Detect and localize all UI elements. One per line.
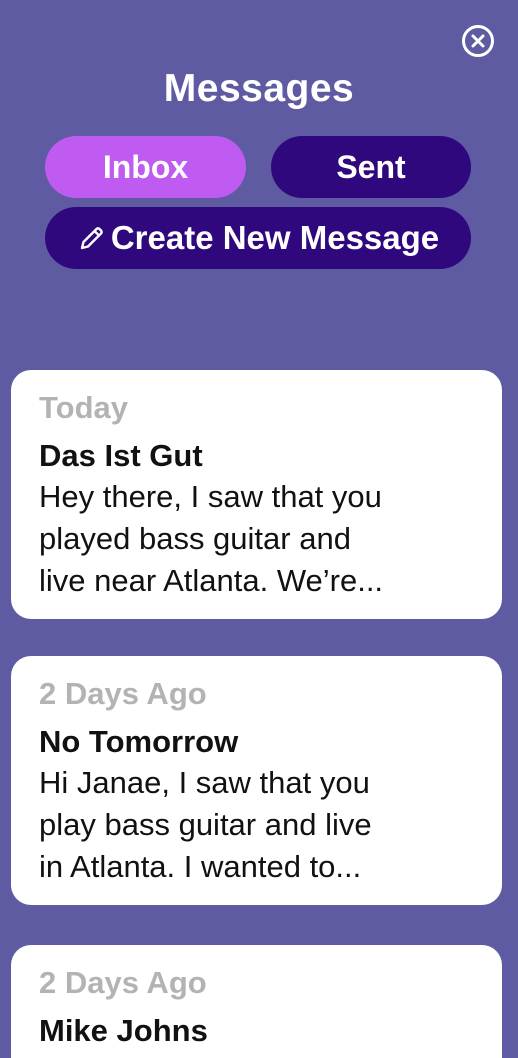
message-preview-line: Hey there, I saw that you <box>39 479 382 514</box>
message-card[interactable]: 2 Days Ago No Tomorrow Hi Janae, I saw t… <box>11 656 502 905</box>
page-title: Messages <box>163 67 355 110</box>
tab-sent[interactable]: Sent <box>271 136 471 198</box>
message-card[interactable]: Today Das Ist Gut Hey there, I saw that … <box>11 370 502 619</box>
message-sender: Das Ist Gut <box>39 438 203 473</box>
message-date: 2 Days Ago <box>39 965 207 1000</box>
message-preview-line: played bass guitar and <box>39 521 351 556</box>
message-preview-line: in Atlanta. I wanted to... <box>39 849 362 884</box>
tab-sent-label: Sent <box>336 148 406 185</box>
create-new-message-button[interactable]: Create New Message <box>45 207 471 269</box>
pencil-icon <box>77 223 107 253</box>
message-preview-line: Hi Janae, I saw that you <box>39 765 370 800</box>
tab-inbox-label: Inbox <box>102 148 189 185</box>
create-new-message-label: Create New Message <box>110 219 440 256</box>
close-icon[interactable] <box>461 24 495 58</box>
message-date: Today <box>39 390 128 425</box>
message-preview-line: live near Atlanta. We’re... <box>39 563 384 598</box>
message-date: 2 Days Ago <box>39 676 207 711</box>
message-card[interactable]: 2 Days Ago Mike Johns <box>11 945 502 1058</box>
message-preview-line: play bass guitar and live <box>39 807 372 842</box>
message-sender: No Tomorrow <box>39 724 239 759</box>
message-sender: Mike Johns <box>39 1013 208 1048</box>
tab-inbox[interactable]: Inbox <box>45 136 246 198</box>
